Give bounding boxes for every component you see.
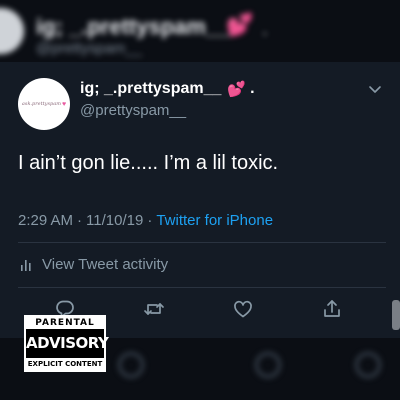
caret-down-icon[interactable] xyxy=(366,80,384,98)
advisory-middle-text: ADVISORY xyxy=(26,329,109,358)
background-like-icon xyxy=(255,352,281,378)
display-name-row[interactable]: ig; _.prettyspam__ 💕 . xyxy=(80,80,255,98)
advisory-top-text: PARENTAL xyxy=(26,317,104,329)
avatar[interactable]: ask.prettyspam ♥ xyxy=(18,78,70,130)
parental-advisory-label: PARENTAL ADVISORY EXPLICIT CONTENT xyxy=(24,315,109,372)
background-dot: . xyxy=(262,18,268,40)
avatar-text: ask.prettyspam xyxy=(21,101,61,107)
meta-separator: · xyxy=(77,212,83,229)
display-name: ig; _.prettyspam__ xyxy=(80,80,222,97)
view-tweet-activity-button[interactable]: View Tweet activity xyxy=(20,256,168,273)
divider xyxy=(18,287,386,288)
share-icon[interactable] xyxy=(321,298,343,320)
name-suffix: . xyxy=(250,80,255,97)
like-icon[interactable] xyxy=(232,298,254,320)
background-avatar xyxy=(0,8,24,54)
advisory-bottom-text: EXPLICIT CONTENT xyxy=(26,358,104,370)
heart-emoji: 💕 xyxy=(227,81,247,98)
tweet-source-link[interactable]: Twitter for iPhone xyxy=(156,212,273,229)
tweet-date[interactable]: 11/10/19 xyxy=(86,212,143,229)
background-heart-emoji: 💕 xyxy=(226,12,254,37)
avatar-heart-icon: ♥ xyxy=(61,100,67,108)
user-handle[interactable]: @prettyspam__ xyxy=(80,102,186,119)
background-display-name: ig; _.prettyspam__ xyxy=(36,14,231,39)
background-retweet-icon xyxy=(118,352,144,378)
background-share-icon xyxy=(355,352,381,378)
tweet-text: I ain’t gon lie..... I’m a lil toxic. xyxy=(18,152,279,174)
background-blurred-header: ig; _.prettyspam__ 💕 . @prettyspam__ xyxy=(0,0,400,62)
activity-chart-icon xyxy=(20,258,34,272)
retweet-icon[interactable] xyxy=(143,298,165,320)
background-handle: @prettyspam__ xyxy=(36,40,143,57)
edge-artifact xyxy=(392,300,400,330)
meta-separator: · xyxy=(147,212,153,229)
tweet-meta: 2:29 AM · 11/10/19 · Twitter for iPhone xyxy=(18,212,273,229)
activity-label: View Tweet activity xyxy=(42,256,169,273)
tweet-time[interactable]: 2:29 AM xyxy=(18,212,73,229)
divider xyxy=(18,242,386,243)
